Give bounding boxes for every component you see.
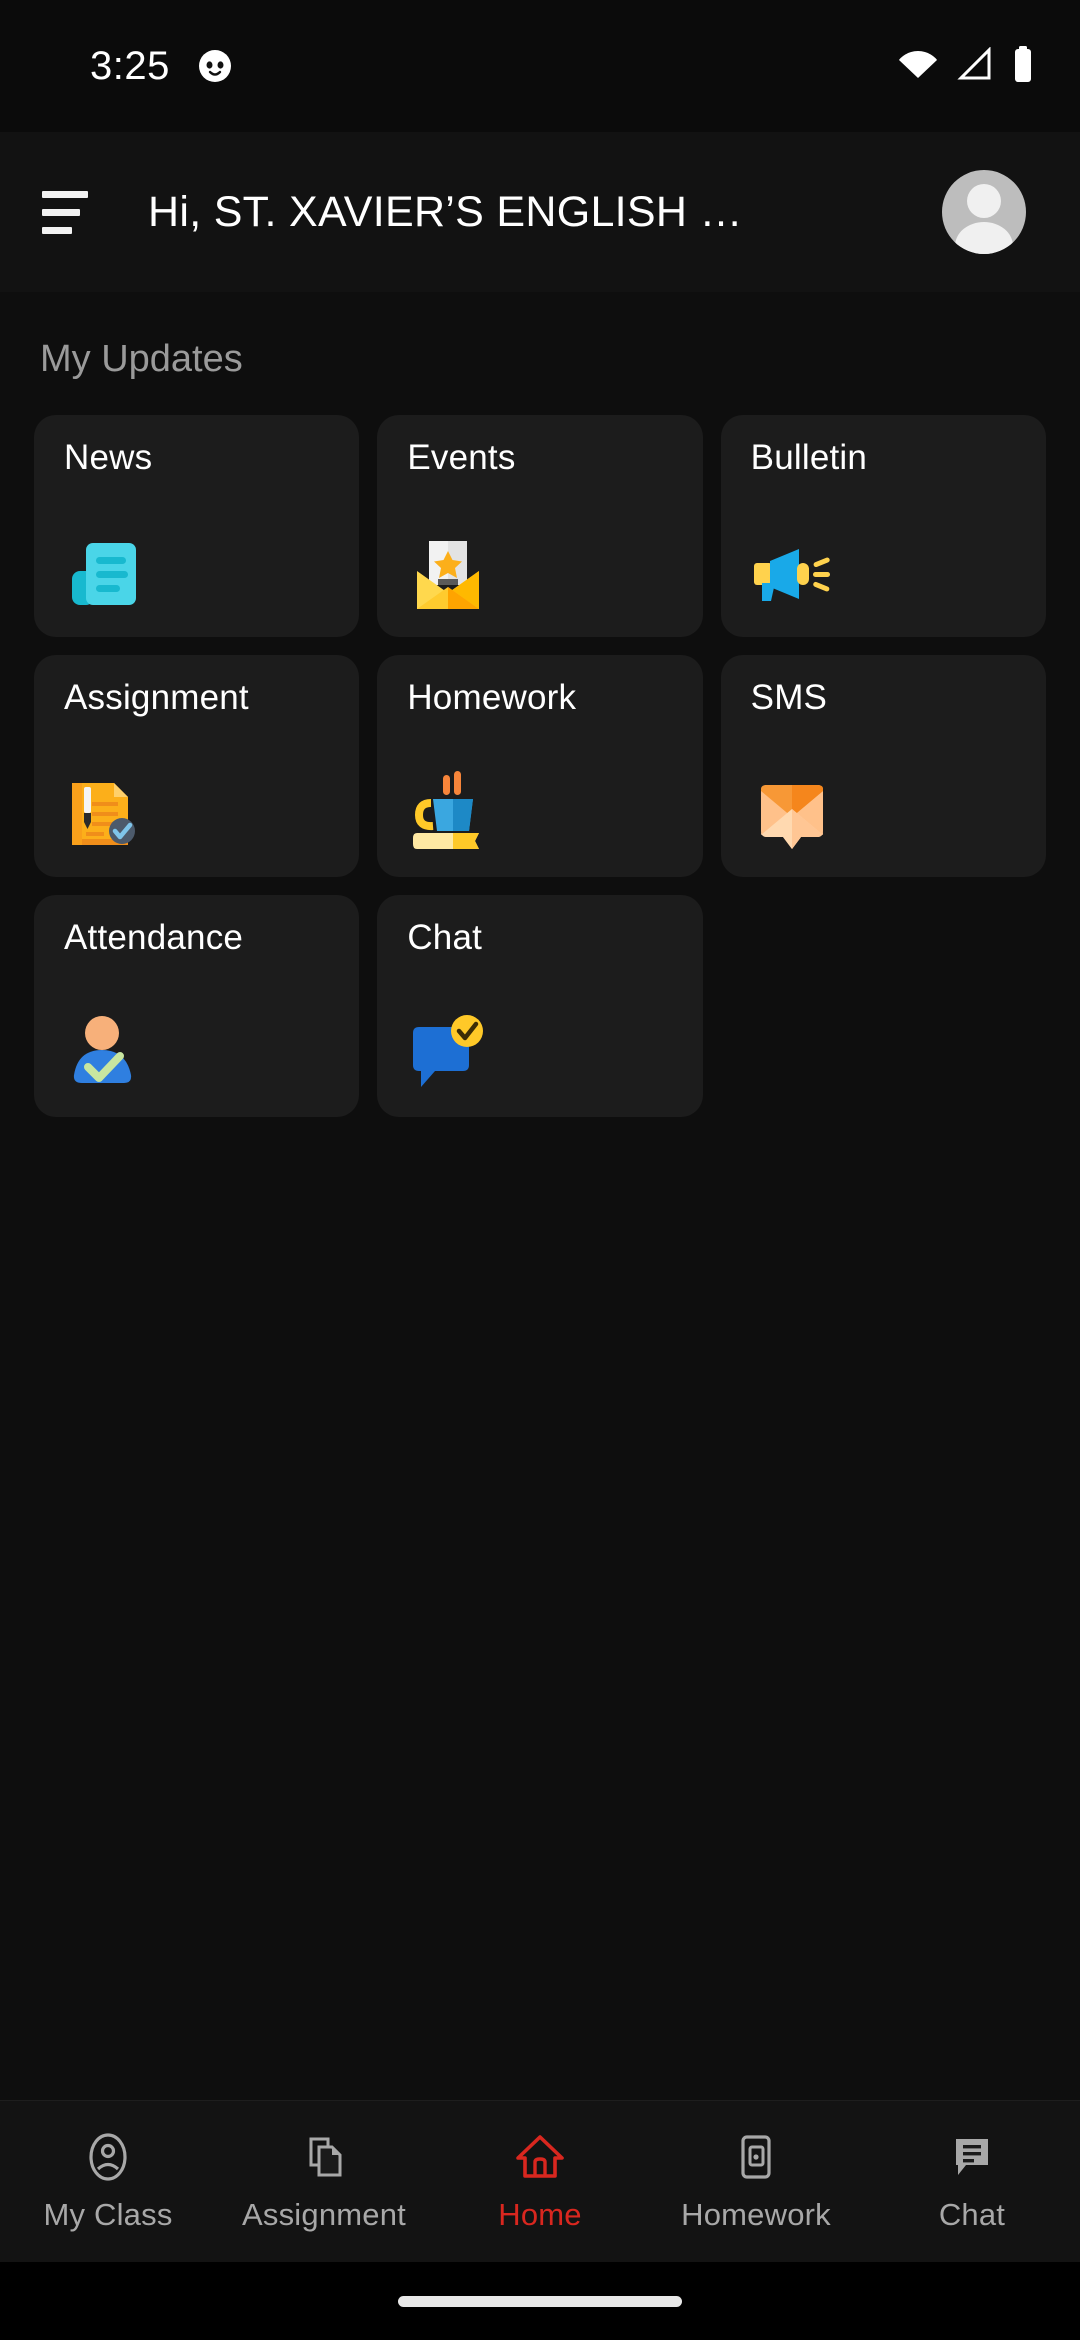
nav-label: My Class (43, 2196, 173, 2232)
phone-screen: 3:25 Hi, ST. XAVIER’S ENGLISH … My Updat… (0, 0, 1080, 2340)
card-label: Events (407, 438, 516, 477)
avatar-body (955, 222, 1013, 254)
document-pen-check-icon (62, 769, 148, 855)
card-label: Chat (407, 918, 483, 957)
hamburger-menu-icon[interactable] (38, 181, 100, 243)
home-icon (514, 2131, 566, 2183)
nav-label: Home (498, 2196, 582, 2232)
nav-label: Chat (938, 2196, 1006, 2232)
mail-bubble-icon (749, 769, 835, 855)
chat-bubble-check-icon (405, 1009, 491, 1095)
nav-item-home[interactable]: Home (432, 2131, 648, 2233)
section-title-my-updates: My Updates (40, 338, 243, 380)
card-label: News (64, 438, 153, 477)
card-attendance[interactable]: Attendance (34, 895, 360, 1117)
card-events[interactable]: Events (377, 415, 703, 637)
chat-lines-icon (946, 2131, 998, 2183)
home-gesture-bar[interactable] (398, 2295, 682, 2307)
bottom-navigation-bar: My Class Assignment Home Homework Chat (0, 2100, 1080, 2262)
hamburger-bar-2 (42, 208, 80, 216)
card-label: Assignment (64, 678, 249, 717)
battery-icon (1012, 45, 1034, 87)
nav-label: Assignment (242, 2196, 406, 2232)
card-assignment[interactable]: Assignment (34, 655, 360, 877)
card-label: Attendance (64, 918, 244, 957)
card-label: SMS (750, 678, 828, 717)
hamburger-bar-1 (42, 190, 88, 198)
coffee-book-icon (405, 769, 491, 855)
status-time: 3:25 (90, 43, 170, 88)
status-bar-left: 3:25 (90, 44, 232, 89)
card-label: Bulletin (750, 438, 868, 477)
avatar-head (967, 184, 1001, 218)
page-title: Hi, ST. XAVIER’S ENGLISH … (148, 187, 743, 236)
card-bulletin[interactable]: Bulletin (720, 415, 1046, 637)
card-news[interactable]: News (34, 415, 360, 637)
newspaper-icon (62, 529, 148, 615)
card-homework[interactable]: Homework (377, 655, 703, 877)
copy-document-icon (298, 2131, 350, 2183)
avatar[interactable] (942, 170, 1026, 254)
hamburger-bar-3 (42, 226, 72, 234)
cat-face-icon (198, 49, 232, 83)
envelope-star-icon (405, 529, 491, 615)
device-book-icon (730, 2131, 782, 2183)
app-bar: Hi, ST. XAVIER’S ENGLISH … (0, 132, 1080, 292)
card-sms[interactable]: SMS (720, 655, 1046, 877)
nav-item-assignment[interactable]: Assignment (216, 2131, 432, 2233)
status-bar-right (898, 45, 1034, 87)
person-check-icon (62, 1009, 148, 1095)
nav-item-chat[interactable]: Chat (864, 2131, 1080, 2233)
cellular-signal-icon (956, 45, 994, 86)
wifi-icon (898, 47, 938, 86)
megaphone-icon (749, 529, 835, 615)
person-circle-icon (82, 2131, 134, 2183)
card-label: Homework (407, 678, 577, 717)
updates-grid: News Events Bulletin Assignment Homework… (34, 415, 1046, 1117)
main-content: My Updates News Events Bulletin Assignme… (0, 292, 1080, 2100)
card-chat[interactable]: Chat (377, 895, 703, 1117)
nav-item-homework[interactable]: Homework (648, 2131, 864, 2233)
nav-label: Homework (681, 2196, 831, 2232)
grid-empty-slot (721, 895, 1046, 1117)
status-bar: 3:25 (0, 0, 1080, 132)
gesture-area (0, 2262, 1080, 2340)
nav-item-my-class[interactable]: My Class (0, 2131, 216, 2233)
